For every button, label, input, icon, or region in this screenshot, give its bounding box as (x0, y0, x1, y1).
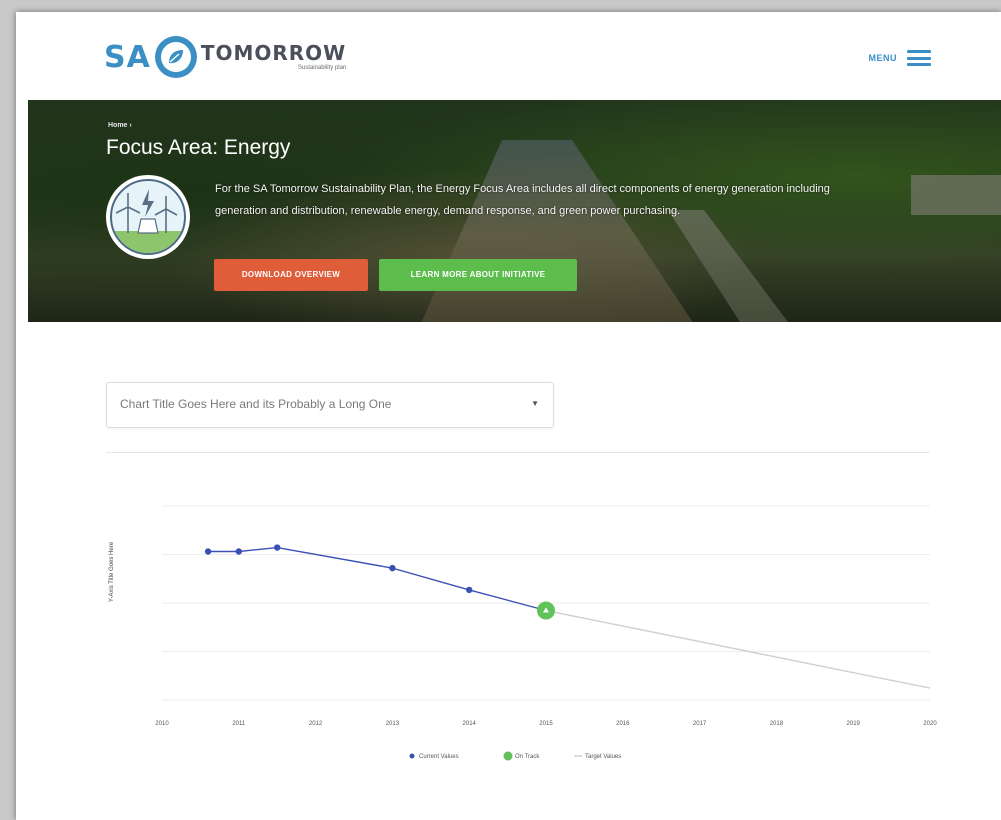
x-tick-label: 2011 (232, 721, 246, 727)
legend-current-values-marker (409, 753, 415, 759)
x-tick-label: 2013 (386, 721, 400, 727)
x-tick-label: 2019 (847, 721, 861, 727)
chart-select-dropdown[interactable]: Chart Title Goes Here and its Probably a… (106, 382, 554, 428)
line-chart: 2010 2011 2012 2013 2014 2015 2016 2017 2018 2019… (155, 505, 937, 761)
hero-banner: Home › Focus Area: Energy For the SA Tom… (28, 100, 1001, 322)
x-tick-label: 2017 (693, 721, 707, 727)
x-tick-label: 2012 (309, 721, 323, 727)
logo-leaf-icon (154, 36, 197, 78)
chart-select-value: Chart Title Goes Here and its Probably a… (120, 397, 392, 411)
breadcrumb[interactable]: Home › (108, 122, 132, 129)
x-tick-label: 2016 (616, 721, 630, 727)
learn-more-button[interactable]: Learn More About Initiative (379, 259, 577, 291)
site-logo[interactable]: SA TOMORROW Sustainability plan (104, 32, 346, 82)
current-values-line (208, 546, 547, 612)
download-overview-button[interactable]: Download Overview (214, 259, 368, 291)
caret-down-icon: ▼ (531, 399, 539, 408)
x-tick-label: 2010 (155, 721, 169, 727)
logo-tomorrow-text: TOMORROW (200, 41, 347, 65)
current-values-point (466, 586, 473, 594)
hamburger-icon (907, 50, 931, 66)
current-values-point (204, 548, 212, 555)
page-title: Focus Area: Energy (106, 136, 291, 159)
x-tick-label: 2015 (539, 721, 553, 727)
current-values-point (389, 564, 396, 572)
legend-label: Target Values (585, 754, 621, 760)
legend-label: On Track (515, 754, 540, 760)
menu-button[interactable]: MENU (868, 50, 931, 66)
logo-sa-text: SA (104, 39, 151, 75)
x-tick-label: 2018 (770, 721, 784, 727)
x-tick-label: 2014 (463, 721, 477, 727)
legend-on-track-marker (503, 751, 513, 761)
target-values-line (545, 609, 931, 689)
current-values-point (274, 544, 281, 551)
x-tick-label: 2020 (923, 721, 937, 727)
energy-badge-icon (106, 175, 190, 259)
browser-window: SA TOMORROW Sustainability plan MENU Hom… (16, 12, 1001, 820)
site-header: SA TOMORROW Sustainability plan MENU (16, 12, 1001, 100)
legend-label: Current Values (419, 754, 459, 760)
menu-label: MENU (868, 53, 897, 63)
logo-subtitle: Sustainability plan (297, 65, 347, 71)
current-values-point (235, 548, 242, 555)
hero-description: For the SA Tomorrow Sustainability Plan,… (215, 183, 830, 217)
